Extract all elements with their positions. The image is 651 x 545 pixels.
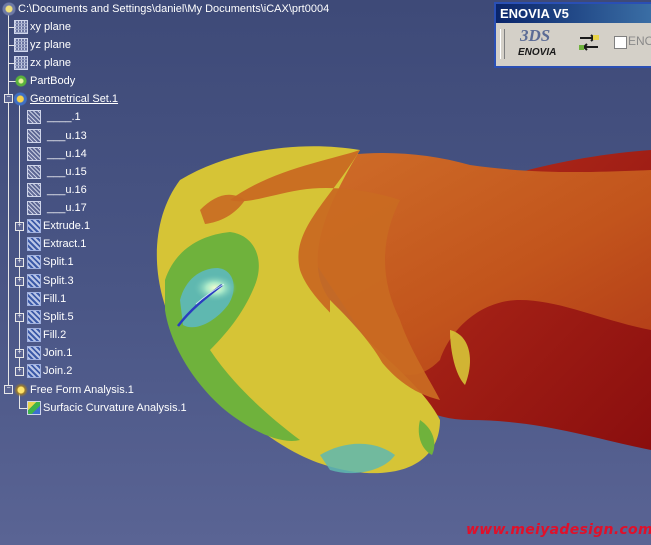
fill-icon xyxy=(27,292,41,306)
enovia-toolbar-title[interactable]: ENOVIA V5 xyxy=(496,4,651,23)
tree-item-label: Split.1 xyxy=(43,256,74,268)
tree-item-geometrical-set[interactable]: Geometrical Set.1 xyxy=(14,90,118,108)
extract-icon xyxy=(27,237,41,251)
tree-item-join[interactable]: Join.2 xyxy=(27,362,72,380)
tree-item-split[interactable]: Split.5 xyxy=(27,308,74,326)
toolbar-grip[interactable] xyxy=(500,29,505,59)
tree-item-label: ___u.13 xyxy=(47,130,87,142)
join-icon xyxy=(27,346,41,360)
tree-item-fill[interactable]: Fill.1 xyxy=(27,290,66,308)
split-icon xyxy=(27,255,41,269)
tree-item-free-form-analysis[interactable]: Free Form Analysis.1 xyxy=(14,381,134,399)
3ds-logo-icon: 3DS xyxy=(520,26,551,45)
enovia-checkbox[interactable] xyxy=(614,36,627,49)
tree-item-label: Split.5 xyxy=(43,311,74,323)
surface-icon xyxy=(27,183,41,197)
tree-item-label: Geometrical Set.1 xyxy=(30,93,119,105)
tree-item-surface[interactable]: ___u.16 xyxy=(27,181,87,199)
expand-toggle[interactable]: + xyxy=(15,222,24,231)
surface-icon xyxy=(27,110,41,124)
expand-toggle[interactable]: + xyxy=(15,367,24,376)
surface-icon xyxy=(27,201,41,215)
plane-icon xyxy=(14,20,28,34)
collapse-toggle[interactable]: − xyxy=(4,94,13,103)
tree-item-label: ___u.16 xyxy=(47,184,87,196)
tree-item-surface[interactable]: ___u.13 xyxy=(27,127,87,145)
expand-toggle[interactable]: + xyxy=(15,258,24,267)
geometrical-set-icon xyxy=(14,92,28,106)
tree-root-label: C:\Documents and Settings\daniel\My Docu… xyxy=(18,3,330,15)
tree-item-label: PartBody xyxy=(30,75,76,87)
tree-item-label: ___u.17 xyxy=(47,202,87,214)
tree-item-label: Free Form Analysis.1 xyxy=(30,384,134,396)
enovia-logo-button[interactable]: 3DS ENOVIA xyxy=(510,26,566,62)
tree-item-fill[interactable]: Fill.2 xyxy=(27,326,66,344)
tree-item-label: Fill.2 xyxy=(43,329,67,341)
tree-item-label: yz plane xyxy=(30,39,71,51)
tree-item-xy-plane[interactable]: xy plane xyxy=(14,18,71,36)
expand-toggle[interactable]: + xyxy=(15,349,24,358)
plane-icon xyxy=(14,56,28,70)
watermark-text: www.meiyadesign.com xyxy=(466,522,651,538)
tree-item-label: ___u.14 xyxy=(47,148,87,160)
partbody-icon xyxy=(14,74,28,88)
sync-arrows-button[interactable] xyxy=(576,30,602,56)
specification-tree[interactable]: C:\Documents and Settings\daniel\My Docu… xyxy=(0,0,330,420)
tree-item-surface[interactable]: ____.1 xyxy=(27,108,81,126)
surface-icon xyxy=(27,147,41,161)
tree-item-surfacic-curvature-analysis[interactable]: Surfacic Curvature Analysis.1 xyxy=(27,399,187,417)
tree-item-extract[interactable]: Extract.1 xyxy=(27,235,86,253)
enovia-logo-text: ENOVIA xyxy=(518,47,557,58)
split-icon xyxy=(27,274,41,288)
expand-toggle[interactable]: + xyxy=(15,277,24,286)
fill-icon xyxy=(27,328,41,342)
join-icon xyxy=(27,364,41,378)
tree-item-join[interactable]: Join.1 xyxy=(27,344,72,362)
curvature-analysis-icon xyxy=(27,401,41,415)
tree-item-label: Fill.1 xyxy=(43,293,67,305)
tree-item-label: Split.3 xyxy=(43,275,74,287)
tree-item-surface[interactable]: ___u.17 xyxy=(27,199,87,217)
sync-arrows-icon xyxy=(579,34,599,51)
surface-icon xyxy=(27,165,41,179)
tree-item-label: Join.1 xyxy=(43,347,73,359)
split-icon xyxy=(27,310,41,324)
tree-item-split[interactable]: Split.1 xyxy=(27,253,74,271)
tree-item-label: zx plane xyxy=(30,57,71,69)
tree-item-extrude[interactable]: Extrude.1 xyxy=(27,217,90,235)
tree-root[interactable]: C:\Documents and Settings\daniel\My Docu… xyxy=(2,0,329,18)
tree-item-label: ___u.15 xyxy=(47,166,87,178)
surface-icon xyxy=(27,129,41,143)
tree-item-surface[interactable]: ___u.14 xyxy=(27,145,87,163)
expand-toggle[interactable]: + xyxy=(15,313,24,322)
free-form-analysis-icon xyxy=(14,383,28,397)
tree-item-split[interactable]: Split.3 xyxy=(27,272,74,290)
tree-item-label: Extrude.1 xyxy=(43,220,91,232)
plane-icon xyxy=(14,38,28,52)
tree-item-zx-plane[interactable]: zx plane xyxy=(14,54,71,72)
tree-item-partbody[interactable]: PartBody xyxy=(14,72,75,90)
part-icon xyxy=(2,2,16,16)
tree-item-surface[interactable]: ___u.15 xyxy=(27,163,87,181)
tree-item-label: ____.1 xyxy=(47,111,81,123)
tree-item-label: Join.2 xyxy=(43,365,73,377)
tree-item-label: Surfacic Curvature Analysis.1 xyxy=(43,402,187,414)
collapse-toggle[interactable]: − xyxy=(4,385,13,394)
enovia-toolbar: ENOVIA V5 3DS ENOVIA ENO xyxy=(494,2,651,68)
tree-item-label: Extract.1 xyxy=(43,238,87,250)
extrude-icon xyxy=(27,219,41,233)
3d-viewport[interactable]: C:\Documents and Settings\daniel\My Docu… xyxy=(0,0,651,545)
enovia-checkbox-label: ENO xyxy=(628,34,651,48)
tree-item-label: xy plane xyxy=(30,21,71,33)
tree-item-yz-plane[interactable]: yz plane xyxy=(14,36,71,54)
